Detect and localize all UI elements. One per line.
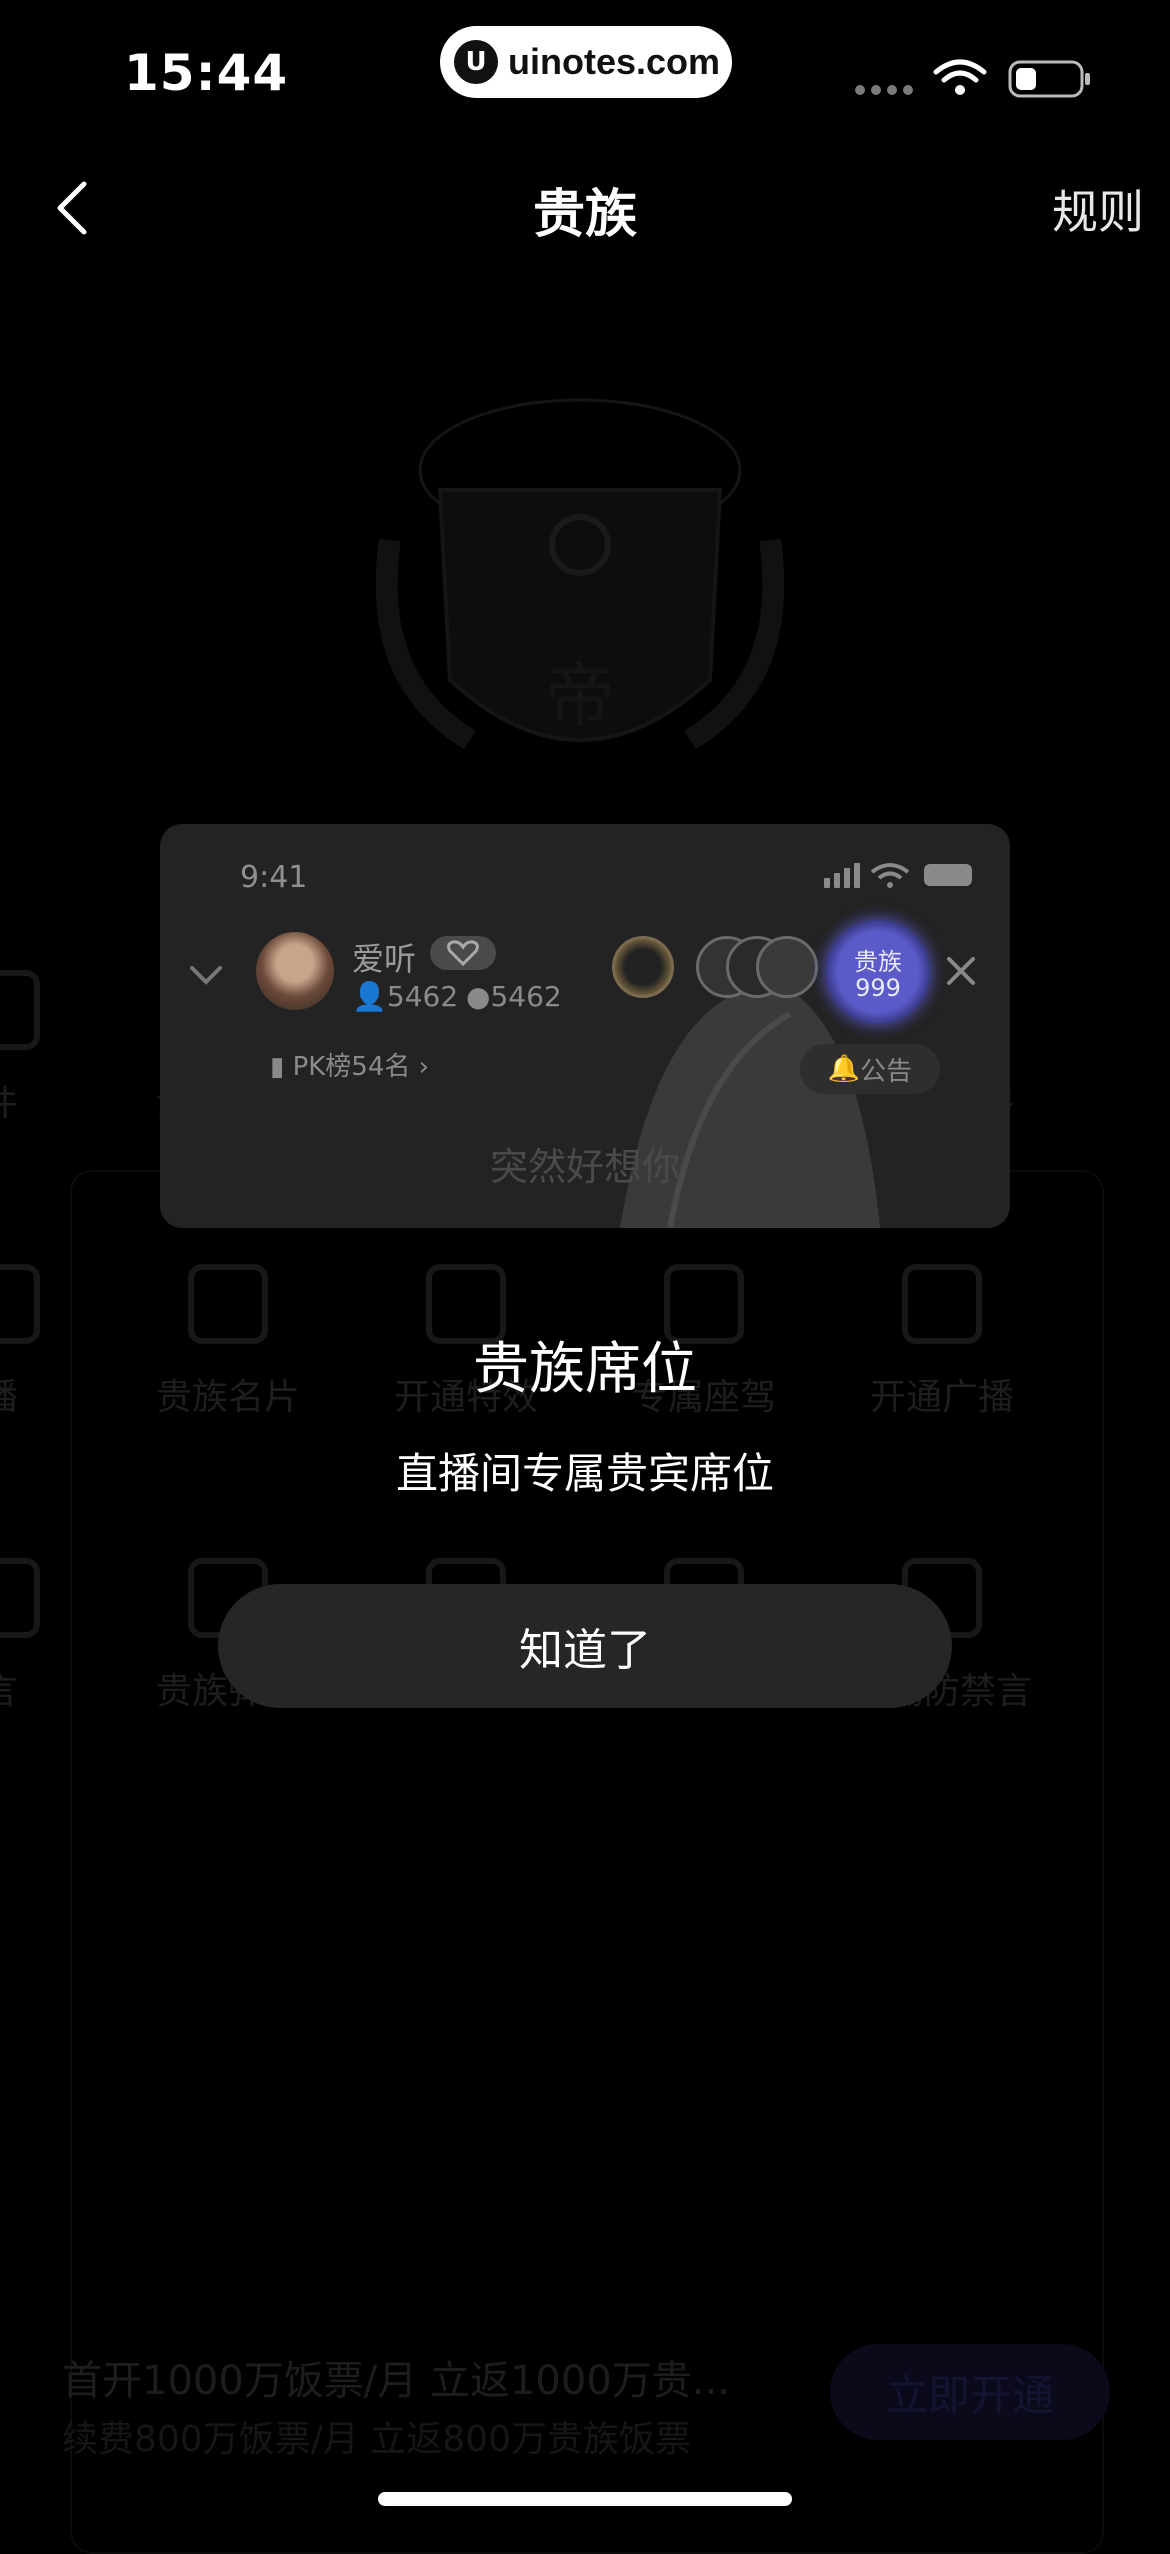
guest-avatar bbox=[756, 936, 818, 998]
anchor-avatar bbox=[256, 932, 334, 1010]
coin-count: 5462 bbox=[490, 980, 562, 1013]
guest-avatar bbox=[612, 936, 674, 998]
signal-icon bbox=[855, 85, 913, 95]
noble-badge-label: 贵族 bbox=[854, 948, 902, 976]
follow-heart-icon bbox=[430, 936, 496, 970]
battery-icon bbox=[1008, 60, 1090, 98]
offer-line-2: 续费800万饭票/月 立返800万贵族饭票 bbox=[62, 2419, 691, 2460]
site-badge-text: uinotes.com bbox=[508, 41, 721, 82]
seat-preview-card: 9:41 爱听 👤5462 ●5462 贵族 999 ▮ PK榜54名 › 🔔 … bbox=[160, 824, 1010, 1228]
privilege-icon bbox=[0, 1558, 40, 1638]
privilege-item: 件 bbox=[0, 970, 120, 1126]
open-now-button[interactable]: 立即开通 bbox=[830, 2344, 1110, 2440]
page-title: 贵族 bbox=[532, 185, 637, 245]
got-it-button[interactable]: 知道了 bbox=[218, 1584, 952, 1708]
fans-stat: 👤5462 bbox=[352, 980, 458, 1013]
wifi-dot bbox=[955, 85, 965, 95]
preview-message: 突然好想你 bbox=[489, 1145, 680, 1189]
privilege-label: 言 bbox=[0, 1662, 120, 1714]
privilege-item: 言 bbox=[0, 1558, 120, 1714]
dialog-subtitle: 直播间专属贵宾席位 bbox=[395, 1449, 774, 1498]
person-icon: 👤 bbox=[352, 980, 387, 1013]
anchor-name: 爱听 bbox=[352, 940, 417, 978]
rules-button[interactable]: 规则 bbox=[1052, 176, 1144, 242]
emblem-glyph: 帝 bbox=[545, 655, 615, 737]
preview-time: 9:41 bbox=[240, 860, 308, 895]
notice-pill: 🔔 公告 bbox=[800, 1044, 940, 1094]
dialog-title: 贵族席位 bbox=[473, 1337, 697, 1402]
privilege-icon bbox=[0, 970, 40, 1050]
status-icons bbox=[855, 59, 1090, 98]
notice-text: 公告 bbox=[860, 1056, 913, 1087]
close-icon bbox=[947, 957, 975, 985]
fans-count: 5462 bbox=[386, 980, 459, 1013]
offer-line-1: 首开1000万饭票/月 立返1000万贵... bbox=[62, 2358, 730, 2404]
noble-seat-badge: 贵族 999 bbox=[826, 920, 930, 1024]
home-indicator[interactable] bbox=[378, 2492, 792, 2506]
background-page: 帝 件贵族礼物贵族席位入场特效贵族挂件播贵族名片开通特效专属座驾开通广播言贵族弹… bbox=[0, 300, 1170, 2554]
status-time: 15:44 bbox=[124, 44, 289, 102]
bell-icon: 🔔 bbox=[827, 1054, 861, 1084]
noble-emblem-icon: 帝 bbox=[375, 398, 785, 750]
noble-badge-level: 999 bbox=[855, 974, 901, 1002]
coin-icon: ● bbox=[466, 980, 491, 1013]
preview-status-icons bbox=[824, 863, 972, 888]
pk-rank: ▮ PK榜54名 › bbox=[270, 1046, 429, 1083]
coin-stat: ●5462 bbox=[466, 980, 562, 1013]
site-badge: U uinotes.com bbox=[440, 26, 732, 98]
privilege-label: 件 bbox=[0, 1074, 120, 1126]
pk-rank-text: PK榜54名 › bbox=[292, 1052, 430, 1082]
collapse-chevron-icon bbox=[190, 966, 222, 985]
site-logo-icon: U bbox=[454, 40, 498, 84]
wifi-icon bbox=[933, 59, 987, 83]
bar-chart-icon: ▮ bbox=[270, 1052, 293, 1082]
